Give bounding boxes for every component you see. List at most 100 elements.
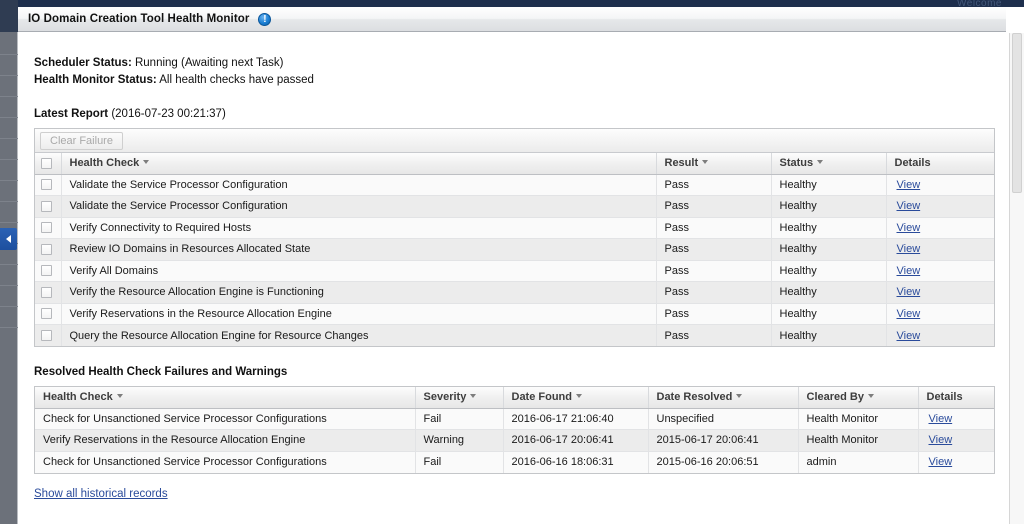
- monitor-status-line: Health Monitor Status: All health checks…: [34, 72, 995, 89]
- row-checkbox[interactable]: [41, 265, 52, 277]
- row-checkbox[interactable]: [41, 243, 52, 255]
- cell-result: Pass: [656, 260, 772, 282]
- column-header-date-resolved[interactable]: Date Resolved: [648, 387, 799, 409]
- cell-health-check: Review IO Domains in Resources Allocated…: [61, 238, 657, 261]
- row-checkbox[interactable]: [41, 179, 52, 191]
- column-label-cleared-by: Cleared By: [806, 391, 864, 404]
- view-link[interactable]: View: [929, 413, 953, 425]
- row-select-cell[interactable]: [35, 217, 62, 239]
- latest-report-title: Latest Report: [34, 108, 109, 120]
- table-row[interactable]: Query the Resource Allocation Engine for…: [35, 324, 994, 346]
- cell-severity: Fail: [415, 408, 504, 430]
- table-row[interactable]: Check for Unsanctioned Service Processor…: [35, 451, 994, 473]
- cell-date-resolved: Unspecified: [648, 408, 799, 430]
- latest-report-header-row: Health Check Result Status Details: [35, 153, 994, 175]
- view-link[interactable]: View: [929, 434, 953, 446]
- cell-cleared-by: admin: [798, 451, 919, 473]
- column-header-severity[interactable]: Severity: [415, 387, 504, 409]
- table-row[interactable]: Verify the Resource Allocation Engine is…: [35, 281, 994, 304]
- cell-status: Healthy: [771, 324, 887, 346]
- cell-health-check: Verify the Resource Allocation Engine is…: [61, 281, 657, 304]
- cell-details: View: [886, 303, 994, 325]
- row-select-cell[interactable]: [35, 260, 62, 282]
- monitor-status-label: Health Monitor Status:: [34, 74, 157, 86]
- cell-details: View: [918, 429, 994, 452]
- column-header-details[interactable]: Details: [886, 153, 994, 175]
- cell-date-found: 2016-06-17 21:06:40: [503, 408, 649, 430]
- table-row[interactable]: Check for Unsanctioned Service Processor…: [35, 408, 994, 430]
- select-all-header[interactable]: [35, 153, 62, 175]
- cell-details: View: [886, 174, 994, 196]
- cell-date-found: 2016-06-16 18:06:31: [503, 451, 649, 473]
- vertical-scrollbar[interactable]: [1009, 33, 1024, 524]
- cell-severity: Warning: [415, 429, 504, 452]
- cell-health-check: Verify Reservations in the Resource Allo…: [35, 429, 416, 452]
- table-row[interactable]: Verify Reservations in the Resource Allo…: [35, 303, 994, 325]
- column-label-date-found: Date Found: [511, 391, 573, 404]
- view-link[interactable]: View: [897, 286, 921, 298]
- column-header-cleared-by[interactable]: Cleared By: [798, 387, 919, 409]
- table-row[interactable]: Validate the Service Processor Configura…: [35, 195, 994, 218]
- table-row[interactable]: Verify Reservations in the Resource Allo…: [35, 429, 994, 452]
- view-link[interactable]: View: [897, 179, 921, 191]
- column-header-health-check[interactable]: Health Check: [35, 387, 416, 409]
- scheduler-status-label: Scheduler Status:: [34, 57, 132, 69]
- resolved-heading: Resolved Health Check Failures and Warni…: [34, 366, 995, 378]
- column-header-details[interactable]: Details: [918, 387, 994, 409]
- health-monitor-page: Welcome IO Domain Creation Tool Health M…: [0, 0, 1024, 524]
- view-link[interactable]: View: [897, 330, 921, 342]
- row-checkbox[interactable]: [41, 330, 52, 342]
- cell-details: View: [886, 195, 994, 218]
- page-title: IO Domain Creation Tool Health Monitor: [28, 13, 250, 25]
- cell-cleared-by: Health Monitor: [798, 408, 919, 430]
- info-icon[interactable]: [258, 12, 272, 26]
- view-link[interactable]: View: [897, 222, 921, 234]
- table-row[interactable]: Verify All Domains Pass Healthy View: [35, 260, 994, 282]
- column-label-health-check: Health Check: [69, 157, 140, 170]
- view-link[interactable]: View: [897, 265, 921, 277]
- cell-details: View: [918, 408, 994, 430]
- view-link[interactable]: View: [929, 456, 953, 468]
- page-header-bar: IO Domain Creation Tool Health Monitor: [18, 7, 1006, 32]
- cell-date-resolved: 2015-06-17 20:06:41: [648, 429, 799, 452]
- cell-cleared-by: Health Monitor: [798, 429, 919, 452]
- latest-report-table: Health Check Result Status Details Valid…: [35, 153, 994, 346]
- collapse-panel-arrow-icon[interactable]: [0, 228, 17, 250]
- row-checkbox[interactable]: [41, 222, 52, 234]
- row-select-cell[interactable]: [35, 238, 62, 261]
- select-all-checkbox[interactable]: [41, 157, 52, 169]
- latest-report-heading: Latest Report (2016-07-23 00:21:37): [34, 108, 995, 120]
- row-checkbox[interactable]: [41, 308, 52, 320]
- view-link[interactable]: View: [897, 308, 921, 320]
- view-link[interactable]: View: [897, 200, 921, 212]
- sort-caret-icon: [736, 394, 743, 399]
- row-select-cell[interactable]: [35, 303, 62, 325]
- scrollbar-thumb[interactable]: [1012, 33, 1022, 193]
- row-checkbox[interactable]: [41, 286, 52, 298]
- cell-details: View: [886, 260, 994, 282]
- view-link[interactable]: View: [897, 243, 921, 255]
- row-select-cell[interactable]: [35, 281, 62, 304]
- table-row[interactable]: Verify Connectivity to Required Hosts Pas…: [35, 217, 994, 239]
- cell-result: Pass: [656, 281, 772, 304]
- column-header-status[interactable]: Status: [771, 153, 887, 175]
- table-row[interactable]: Review IO Domains in Resources Allocated…: [35, 238, 994, 261]
- cell-status: Healthy: [771, 174, 887, 196]
- row-select-cell[interactable]: [35, 174, 62, 196]
- row-select-cell[interactable]: [35, 195, 62, 218]
- column-header-health-check[interactable]: Health Check: [61, 153, 657, 175]
- cell-severity: Fail: [415, 451, 504, 473]
- clear-failure-button[interactable]: Clear Failure: [40, 131, 123, 150]
- cell-status: Healthy: [771, 281, 887, 304]
- column-header-result[interactable]: Result: [656, 153, 772, 175]
- table-row[interactable]: Validate the Service Processor Configura…: [35, 174, 994, 196]
- show-historical-records-link[interactable]: Show all historical records: [34, 488, 168, 500]
- cell-health-check: Verify Reservations in the Resource Allo…: [61, 303, 657, 325]
- row-select-cell[interactable]: [35, 324, 62, 346]
- cell-details: View: [886, 217, 994, 239]
- cell-result: Pass: [656, 217, 772, 239]
- column-label-health-check: Health Check: [43, 391, 113, 404]
- row-checkbox[interactable]: [41, 200, 52, 212]
- cell-health-check: Check for Unsanctioned Service Processor…: [35, 451, 416, 473]
- column-header-date-found[interactable]: Date Found: [503, 387, 649, 409]
